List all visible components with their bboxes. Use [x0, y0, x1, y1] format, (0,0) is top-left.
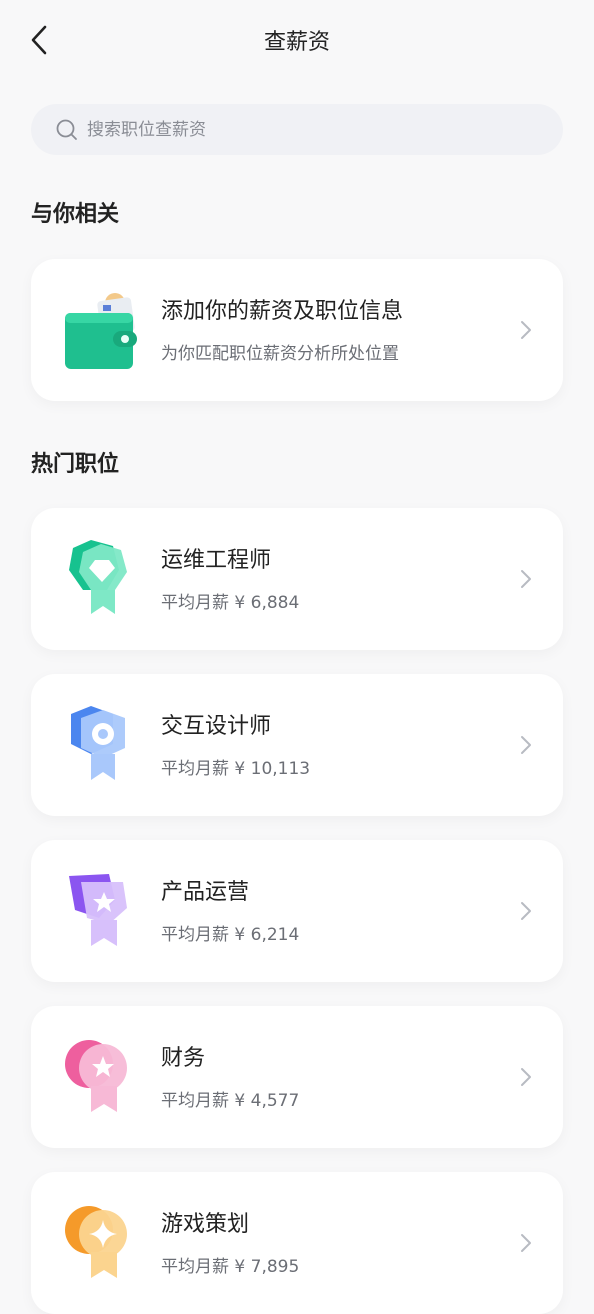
job-salary: 平均月薪 ¥ 4,577: [161, 1091, 300, 1111]
job-name: 产品运营: [161, 880, 250, 905]
chevron-right-icon: [521, 321, 531, 339]
job-name: 运维工程师: [161, 548, 272, 573]
job-card-interaction-designer[interactable]: 交互设计师 平均月薪 ¥ 10,113: [31, 674, 563, 816]
job-name: 财务: [161, 1046, 206, 1071]
gear-badge-icon: [61, 704, 143, 786]
job-salary: 平均月薪 ¥ 6,214: [161, 925, 300, 945]
job-salary: 平均月薪 ¥ 7,895: [161, 1257, 300, 1277]
job-salary: 平均月薪 ¥ 10,113: [161, 759, 311, 779]
job-card-game-planner[interactable]: 游戏策划 平均月薪 ¥ 7,895: [31, 1172, 563, 1314]
card-subtitle: 为你匹配职位薪资分析所处位置: [161, 344, 399, 364]
section-title-related: 与你相关: [31, 202, 120, 227]
section-title-hot: 热门职位: [31, 452, 120, 477]
job-card-finance[interactable]: 财务 平均月薪 ¥ 4,577: [31, 1006, 563, 1148]
page-title: 查薪资: [263, 30, 330, 55]
job-card-product-operations[interactable]: 产品运营 平均月薪 ¥ 6,214: [31, 840, 563, 982]
job-card-ops-engineer[interactable]: 运维工程师 平均月薪 ¥ 6,884: [31, 508, 563, 650]
search-icon: [56, 119, 77, 140]
header-bar: 查薪资: [0, 0, 594, 80]
wallet-icon: [61, 289, 143, 371]
chevron-right-icon: [521, 1234, 531, 1252]
chevron-right-icon: [521, 902, 531, 920]
search-bar[interactable]: [31, 104, 563, 155]
chevron-right-icon: [521, 570, 531, 588]
star6-badge-icon: [61, 870, 143, 952]
chevron-right-icon: [521, 736, 531, 754]
add-salary-card[interactable]: 添加你的薪资及职位信息 为你匹配职位薪资分析所处位置: [31, 259, 563, 401]
job-name: 交互设计师: [161, 714, 272, 739]
search-input[interactable]: [87, 119, 507, 140]
star-badge-icon: [61, 1036, 143, 1118]
chevron-right-icon: [521, 1068, 531, 1086]
diamond-badge-icon: [61, 538, 143, 620]
sparkle-badge-icon: [61, 1202, 143, 1284]
card-title: 添加你的薪资及职位信息: [161, 299, 404, 324]
job-name: 游戏策划: [161, 1212, 250, 1237]
job-salary: 平均月薪 ¥ 6,884: [161, 593, 300, 613]
